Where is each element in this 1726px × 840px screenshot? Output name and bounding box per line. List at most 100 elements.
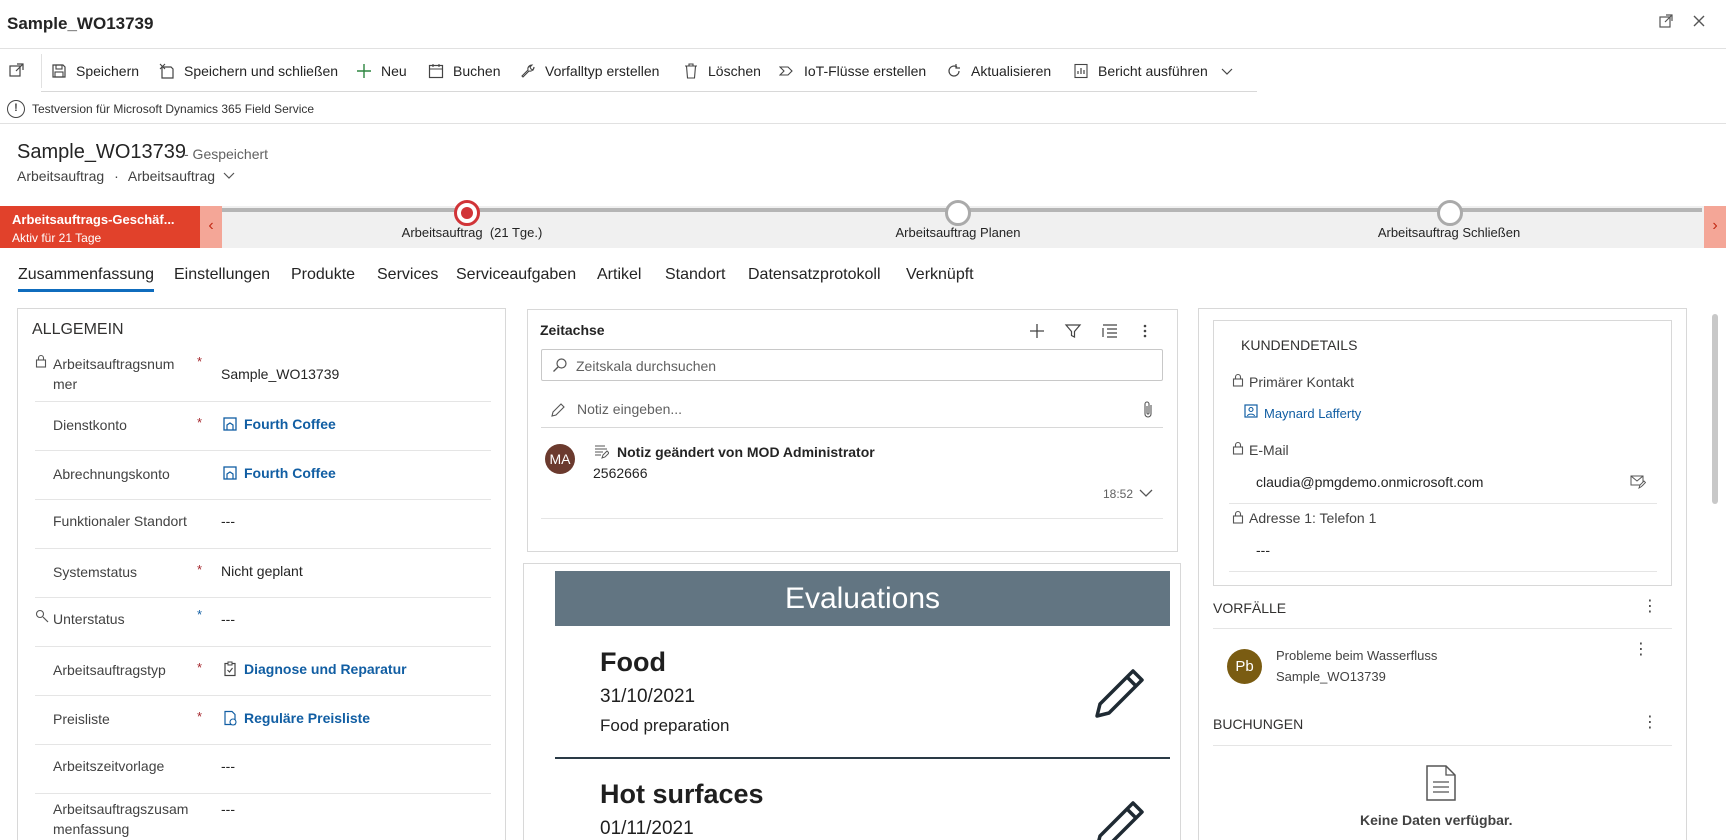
sort-list-icon[interactable] [1099,320,1121,342]
tab-summary[interactable]: Zusammenfassung [18,266,155,292]
work-order-summary-value[interactable]: --- [221,801,235,817]
email-value[interactable]: claudia@pmgdemo.onmicrosoft.com [1256,474,1483,490]
evaluation-title[interactable]: Food [600,647,666,678]
info-icon: ! [7,100,25,118]
work-order-number-value[interactable]: Sample_WO13739 [221,366,339,382]
open-in-new-window-icon[interactable] [8,61,28,81]
service-account-link[interactable]: Fourth Coffee [221,415,336,432]
note-placeholder: Notiz eingeben... [577,401,683,417]
phone-label: Adresse 1: Telefon 1 [1249,510,1377,526]
functional-location-value[interactable]: --- [221,513,235,529]
primary-contact-link[interactable]: Maynard Lafferty [1264,406,1361,421]
save-close-label: Speichern und schließen [184,63,339,79]
evaluation-description: Food preparation [600,716,730,735]
evaluation-date: 01/11/2021 [600,818,694,839]
stage-marker-current[interactable] [454,200,480,226]
attachment-icon[interactable] [1141,400,1155,425]
tab-location[interactable]: Standort [665,266,725,284]
field-work-order-summary: Arbeitsauftragszusam menfassung --- [53,801,235,837]
title-bar: Sample_WO13739 [0,0,1726,49]
delete-button[interactable]: Löschen [682,61,761,81]
iot-flows-label: IoT-Flüsse erstellen [804,63,927,79]
form-selector[interactable]: Arbeitsauftrag [128,168,235,184]
bookings-more-icon[interactable]: ⋮ [1642,714,1658,734]
billing-account-link[interactable]: Fourth Coffee [221,464,336,481]
note-input[interactable]: Notiz eingeben... [541,395,1163,428]
account-icon [221,415,238,432]
incident-title[interactable]: Probleme beim Wasserfluss [1276,648,1437,663]
work-hour-template-value[interactable]: --- [221,758,235,774]
stage-marker-close[interactable] [1437,200,1463,226]
process-next-button[interactable]: › [1704,206,1726,248]
record-title: Sample_WO13739 [17,141,186,163]
incidents-more-icon[interactable]: ⋮ [1642,598,1658,618]
evaluation-title[interactable]: Hot surfaces [600,779,764,810]
email-label: E-Mail [1249,442,1289,458]
stage-label-current[interactable]: Arbeitsauftrag (21 Tge.) [402,225,543,240]
book-button[interactable]: Buchen [427,61,500,81]
substatus-value[interactable]: --- [221,611,235,627]
process-track [222,200,1702,226]
create-incident-type-button[interactable]: Vorfalltyp erstellen [519,61,659,81]
entity-breadcrumb: Arbeitsauftrag · Arbeitsauftrag [17,168,235,184]
stage-label-close[interactable]: Arbeitsauftrag Schließen [1378,225,1520,240]
process-duration: Aktiv für 21 Tage [12,231,102,245]
lock-icon [1232,510,1244,529]
create-iot-flows-button[interactable]: IoT-Flüsse erstellen [778,61,926,81]
active-process[interactable]: Arbeitsauftrags-Geschäf... Aktiv für 21 … [0,206,200,248]
evaluation-divider [555,757,1170,759]
run-report-button[interactable]: Bericht ausführen [1072,61,1244,81]
edit-pencil-icon[interactable] [1093,664,1149,720]
process-prev-button[interactable]: ‹ [200,206,222,248]
incident-type-label: Vorfalltyp erstellen [545,63,660,79]
page-scrollbar[interactable] [1712,314,1718,504]
timeline-entry-title[interactable]: Notiz geändert von MOD Administrator [617,444,875,460]
window-title: Sample_WO13739 [7,14,154,33]
tab-audit-history[interactable]: Datensatzprotokoll [748,266,881,284]
tab-service-tasks[interactable]: Serviceaufgaben [456,266,576,284]
more-icon[interactable] [1134,320,1156,342]
chevron-down-icon[interactable] [1218,62,1236,80]
expand-icon[interactable] [1656,13,1676,33]
tab-services[interactable]: Services [377,266,438,284]
edit-pencil-icon[interactable] [1093,796,1149,840]
field-functional-location: Funktionaler Standort --- [35,500,491,549]
system-status-value[interactable]: Nicht geplant [221,563,303,579]
stage-marker-plan[interactable] [945,200,971,226]
field-substatus: Unterstatus * --- [35,598,491,647]
work-order-type-link[interactable]: Diagnose und Reparatur [221,660,407,677]
new-button[interactable]: Neu [355,61,407,81]
incident-more-icon[interactable]: ⋮ [1633,641,1649,661]
field-system-status: Systemstatus * Nicht geplant [35,549,491,598]
tab-settings[interactable]: Einstellungen [174,266,270,284]
save-and-close-button[interactable]: Speichern und schließen [158,61,338,81]
stage-label-plan[interactable]: Arbeitsauftrag Planen [895,225,1020,240]
search-placeholder: Zeitskala durchsuchen [576,358,717,374]
add-icon[interactable] [1026,320,1048,342]
send-email-icon[interactable] [1630,475,1647,494]
incidents-title: VORFÄLLE [1213,600,1287,616]
save-label: Speichern [76,63,140,79]
timeline-entry-time: 18:52 [1103,487,1134,501]
bookings-empty-text: Keine Daten verfügbar. [1360,812,1513,828]
phone-value[interactable]: --- [1256,542,1270,558]
tab-related[interactable]: Verknüpft [906,266,974,284]
tab-articles[interactable]: Artikel [597,266,641,284]
form-tabs: Zusammenfassung Einstellungen Produkte S… [0,258,1726,294]
price-list-link[interactable]: Reguläre Preisliste [221,709,370,726]
delete-label: Löschen [708,63,761,79]
timeline-panel [527,309,1178,552]
refresh-button[interactable]: Aktualisieren [945,61,1051,81]
clipboard-icon [221,660,238,677]
chevron-down-icon[interactable] [1138,486,1154,504]
save-button[interactable]: Speichern [50,61,139,81]
field-service-account: Dienstkonto * Fourth Coffee [35,402,491,451]
lock-icon [35,354,47,371]
bookings-title: BUCHUNGEN [1213,716,1304,732]
plus-icon [355,62,373,80]
timeline-search-input[interactable]: Zeitskala durchsuchen [541,349,1163,381]
filter-icon[interactable] [1062,320,1084,342]
run-report-label: Bericht ausführen [1098,63,1208,79]
close-icon[interactable] [1689,13,1709,33]
tab-products[interactable]: Produkte [291,266,355,284]
